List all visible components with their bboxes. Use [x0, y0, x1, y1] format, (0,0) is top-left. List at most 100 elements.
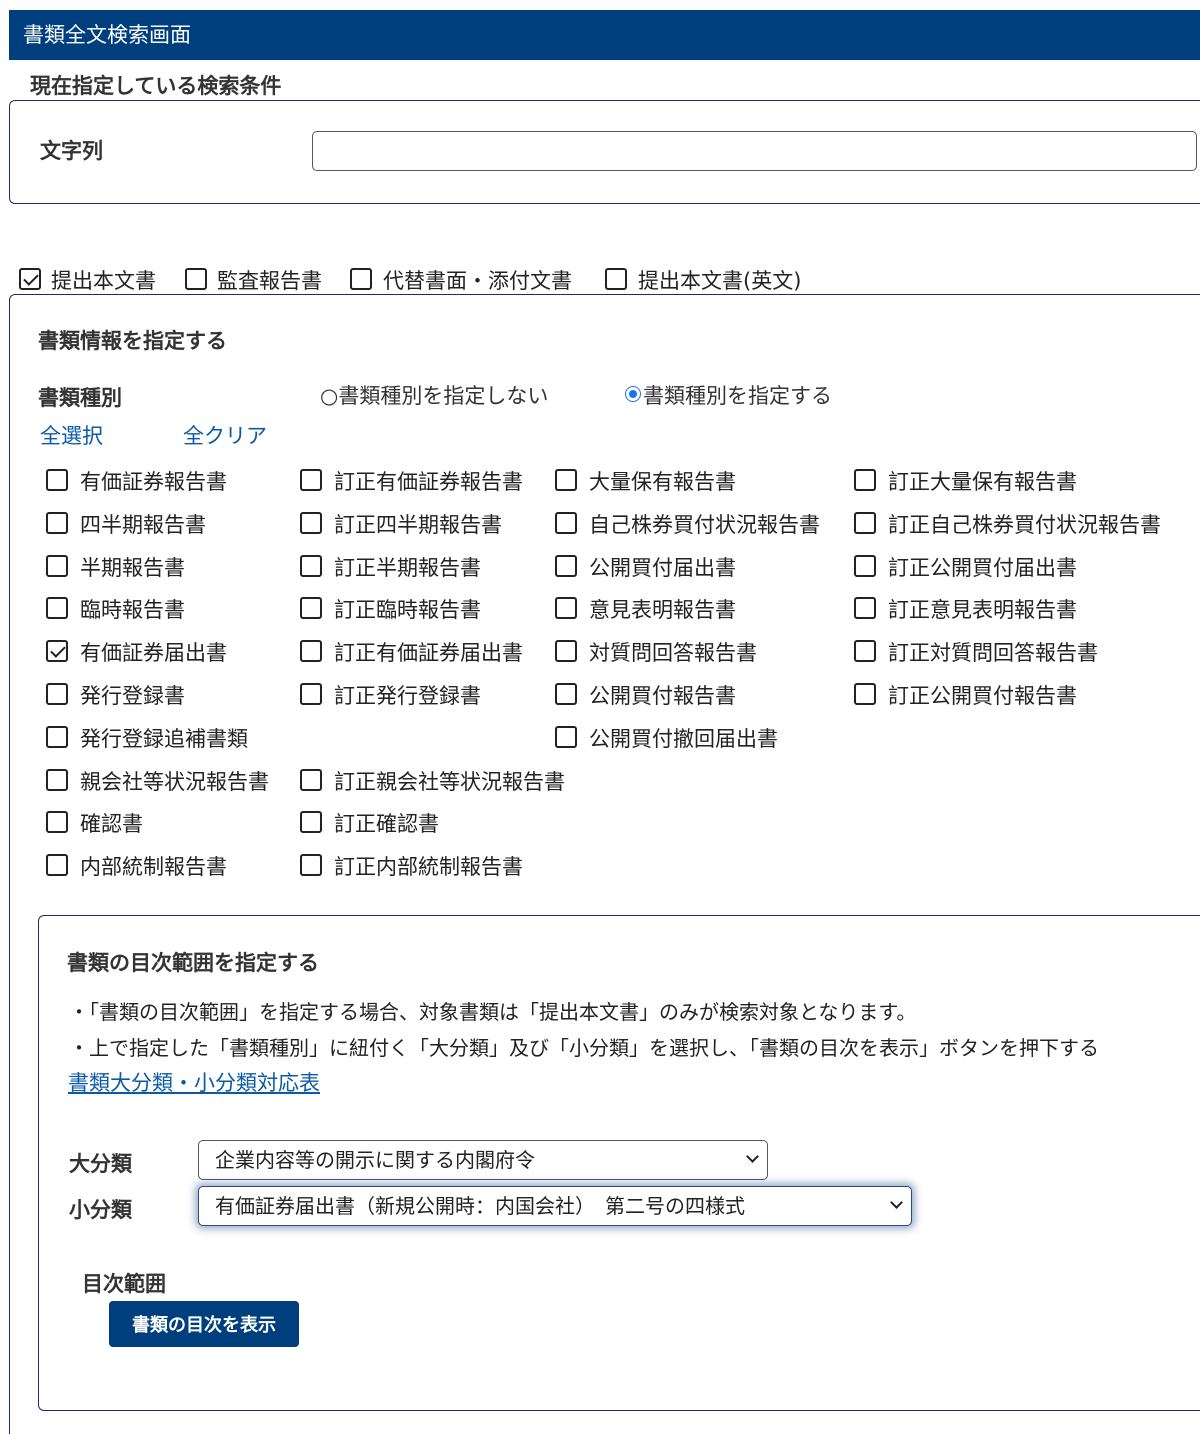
doc-type-checkbox[interactable] [555, 469, 577, 491]
doc-source-label-attachments[interactable]: 代替書面・添付文書 [383, 265, 572, 295]
select-all-link[interactable]: 全選択 [40, 420, 103, 450]
current-conditions-title: 現在指定している検索条件 [30, 74, 282, 98]
doc-source-checkbox-audit[interactable] [185, 268, 207, 290]
doc-source-label-audit[interactable]: 監査報告書 [217, 265, 322, 295]
doc-type-label[interactable]: 発行登録書 [80, 680, 185, 710]
doc-info-title: 書類情報を指定する [38, 329, 227, 353]
doc-type-label[interactable]: 半期報告書 [80, 552, 185, 582]
doc-source-label-english[interactable]: 提出本文書(英文) [638, 265, 801, 295]
doc-type-checkbox[interactable] [46, 854, 68, 876]
doc-type-label[interactable]: 臨時報告書 [80, 594, 185, 624]
doc-type-label[interactable]: 訂正臨時報告書 [334, 594, 481, 624]
doc-type-label[interactable]: 訂正有価証券報告書 [334, 466, 523, 496]
string-input[interactable] [312, 131, 1197, 171]
doc-type-label[interactable]: 有価証券報告書 [80, 466, 227, 496]
doc-type-checkbox[interactable] [46, 683, 68, 705]
doc-type-checkbox[interactable] [300, 555, 322, 577]
doc-type-label[interactable]: 公開買付撤回届出書 [589, 723, 778, 753]
toc-range-label: 目次範囲 [82, 1272, 166, 1296]
radio-type-specified-label: 書類種別を指定する [643, 384, 832, 408]
doc-type-label[interactable]: 訂正公開買付届出書 [888, 552, 1077, 582]
toc-title: 書類の目次範囲を指定する [67, 951, 319, 975]
doc-type-checkbox[interactable] [555, 555, 577, 577]
toc-note-1: ・「書類の目次範囲」を指定する場合、対象書類は「提出本文書」のみが検索対象となり… [69, 1000, 917, 1024]
doc-type-checkbox[interactable] [300, 469, 322, 491]
radio-type-specified[interactable]: 書類種別を指定する [625, 380, 832, 410]
doc-type-checkbox[interactable] [46, 811, 68, 833]
doc-type-checkbox[interactable] [300, 512, 322, 534]
show-toc-button[interactable]: 書類の目次を表示 [109, 1301, 299, 1347]
doc-type-label[interactable]: 公開買付報告書 [589, 680, 736, 710]
doc-type-checkbox[interactable] [300, 854, 322, 876]
toc-note-2: ・上で指定した「書類種別」に紐付く「大分類」及び「小分類」を選択し、「書類の目次… [69, 1036, 1099, 1060]
doc-type-label[interactable]: 意見表明報告書 [589, 594, 736, 624]
doc-type-checkbox[interactable] [555, 683, 577, 705]
doc-type-checkbox[interactable] [300, 811, 322, 833]
doc-type-label[interactable]: 訂正公開買付報告書 [888, 680, 1077, 710]
doc-source-checkbox-main[interactable] [19, 268, 41, 290]
doc-type-checkbox[interactable] [555, 512, 577, 534]
doc-source-label-main[interactable]: 提出本文書 [51, 265, 156, 295]
doc-type-label: 書類種別 [38, 386, 122, 410]
doc-type-label[interactable]: 訂正親会社等状況報告書 [334, 766, 565, 796]
string-label: 文字列 [40, 139, 103, 163]
doc-type-checkbox[interactable] [300, 640, 322, 662]
doc-type-label[interactable]: 訂正対質問回答報告書 [888, 637, 1098, 667]
page-title: 書類全文検索画面 [23, 23, 191, 47]
doc-source-checkbox-english[interactable] [605, 268, 627, 290]
doc-type-checkbox[interactable] [555, 640, 577, 662]
doc-type-checkbox[interactable] [46, 512, 68, 534]
doc-type-checkbox[interactable] [555, 597, 577, 619]
doc-type-label[interactable]: 訂正意見表明報告書 [888, 594, 1077, 624]
doc-type-checkbox[interactable] [46, 597, 68, 619]
doc-type-checkbox[interactable] [46, 726, 68, 748]
clear-all-link[interactable]: 全クリア [183, 420, 267, 450]
doc-type-checkbox[interactable] [854, 555, 876, 577]
doc-type-label[interactable]: 確認書 [80, 808, 143, 838]
doc-type-label[interactable]: 発行登録追補書類 [80, 723, 248, 753]
major-class-value: 企業内容等の開示に関する内閣府令 [215, 1148, 535, 1172]
doc-type-checkbox[interactable] [300, 597, 322, 619]
minor-class-select[interactable]: 有価証券届出書（新規公開時：内国会社） 第二号の四様式 [198, 1186, 912, 1226]
doc-type-checkbox[interactable] [854, 683, 876, 705]
doc-type-label[interactable]: 訂正有価証券届出書 [334, 637, 523, 667]
doc-type-label[interactable]: 訂正半期報告書 [334, 552, 481, 582]
major-class-label: 大分類 [69, 1152, 132, 1176]
doc-type-label[interactable]: 訂正内部統制報告書 [334, 851, 523, 881]
doc-source-checkbox-attachments[interactable] [350, 268, 372, 290]
doc-type-label[interactable]: 自己株券買付状況報告書 [589, 509, 820, 539]
doc-type-label[interactable]: 訂正確認書 [334, 808, 439, 838]
doc-type-checkbox[interactable] [555, 726, 577, 748]
doc-type-label[interactable]: 公開買付届出書 [589, 552, 736, 582]
doc-type-label[interactable]: 内部統制報告書 [80, 851, 227, 881]
doc-type-checkbox[interactable] [46, 469, 68, 491]
classification-table-link[interactable]: 書類大分類・小分類対応表 [68, 1067, 320, 1097]
doc-type-checkbox[interactable] [46, 640, 68, 662]
current-conditions-panel: 文字列 [9, 100, 1200, 204]
doc-type-label[interactable]: 訂正自己株券買付状況報告書 [888, 509, 1161, 539]
doc-type-label[interactable]: 四半期報告書 [80, 509, 206, 539]
doc-type-label[interactable]: 大量保有報告書 [589, 466, 736, 496]
minor-class-value: 有価証券届出書（新規公開時：内国会社） 第二号の四様式 [215, 1194, 745, 1218]
radio-type-unspecified[interactable]: ○書類種別を指定しない [320, 380, 548, 410]
chevron-down-icon [746, 1150, 759, 1163]
doc-type-checkbox[interactable] [854, 512, 876, 534]
doc-type-label[interactable]: 訂正発行登録書 [334, 680, 481, 710]
doc-type-label[interactable]: 親会社等状況報告書 [80, 766, 269, 796]
minor-class-label: 小分類 [69, 1198, 132, 1222]
toc-range-panel: 書類の目次範囲を指定する ・「書類の目次範囲」を指定する場合、対象書類は「提出本… [38, 915, 1200, 1411]
doc-type-checkbox[interactable] [300, 683, 322, 705]
doc-type-label[interactable]: 対質問回答報告書 [589, 637, 757, 667]
doc-type-label[interactable]: 訂正大量保有報告書 [888, 466, 1077, 496]
chevron-down-icon [890, 1196, 903, 1209]
radio-selected-icon[interactable] [625, 386, 641, 402]
doc-type-label[interactable]: 訂正四半期報告書 [334, 509, 502, 539]
doc-type-checkbox[interactable] [46, 769, 68, 791]
doc-type-checkbox[interactable] [46, 555, 68, 577]
doc-type-checkbox[interactable] [854, 469, 876, 491]
doc-type-label[interactable]: 有価証券届出書 [80, 637, 227, 667]
doc-type-checkbox[interactable] [300, 769, 322, 791]
major-class-select[interactable]: 企業内容等の開示に関する内閣府令 [198, 1140, 768, 1180]
doc-type-checkbox[interactable] [854, 597, 876, 619]
doc-type-checkbox[interactable] [854, 640, 876, 662]
